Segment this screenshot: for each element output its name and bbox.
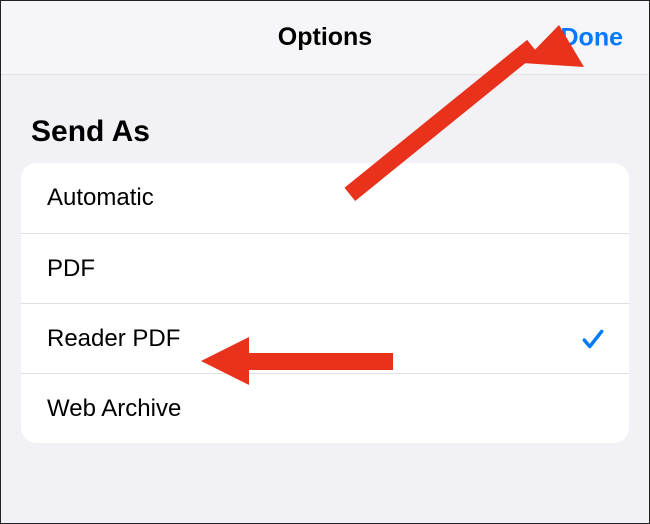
section-header-send-as: Send As (1, 75, 649, 163)
list-item-automatic[interactable]: Automatic (21, 163, 629, 233)
checkmark-icon (579, 325, 607, 353)
list-item-label: PDF (47, 255, 607, 283)
list-item-label: Automatic (47, 184, 607, 212)
list-item-reader-pdf[interactable]: Reader PDF (21, 303, 629, 373)
list-item-web-archive[interactable]: Web Archive (21, 373, 629, 443)
page-title: Options (278, 23, 372, 52)
done-button[interactable]: Done (561, 23, 624, 52)
send-as-list: Automatic PDF Reader PDF Web Archive (21, 163, 629, 443)
list-item-label: Web Archive (47, 395, 607, 423)
header: Options Done (1, 1, 649, 75)
list-item-label: Reader PDF (47, 325, 579, 353)
list-item-pdf[interactable]: PDF (21, 233, 629, 303)
